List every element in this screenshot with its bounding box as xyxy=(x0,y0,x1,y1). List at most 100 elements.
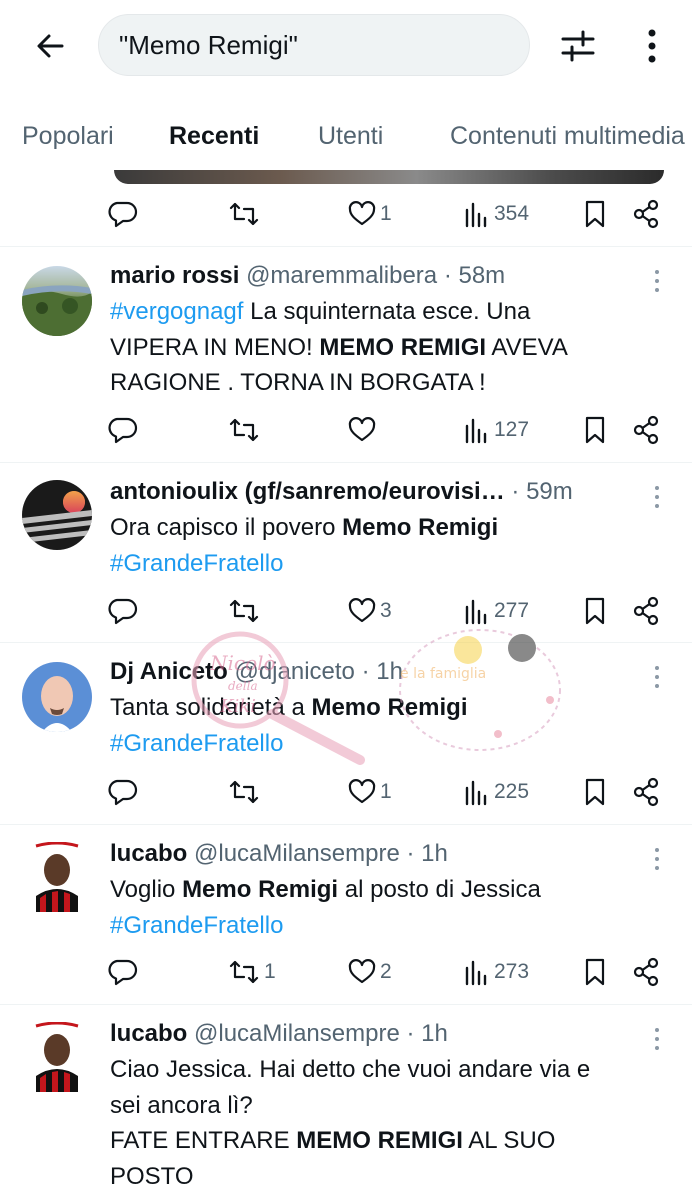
tab-utenti[interactable]: Utenti xyxy=(318,122,383,151)
highlighted-term: Memo Remigi xyxy=(182,876,339,903)
tweet-text-line: RAGIONE . TORNA IN BORGATA ! xyxy=(110,365,670,401)
views-chart-icon xyxy=(465,960,487,986)
tweet-menu-button[interactable] xyxy=(648,662,666,692)
more-options-button[interactable] xyxy=(632,24,672,68)
tweet-text: Ciao Jessica. Hai detto che vuoi andare … xyxy=(110,1052,670,1194)
tweet-header: mario rossi @maremmalibera · 58m xyxy=(110,262,650,290)
back-button[interactable] xyxy=(28,24,72,68)
retweet-icon xyxy=(229,960,259,984)
bookmark-icon xyxy=(585,200,605,228)
tweet-menu-button[interactable] xyxy=(648,482,666,512)
views-chart-icon xyxy=(465,202,487,228)
share-button[interactable] xyxy=(632,770,660,814)
avatar[interactable] xyxy=(22,1022,92,1092)
search-query: "Memo Remigi" xyxy=(119,29,298,60)
reply-button[interactable] xyxy=(108,192,138,236)
share-button[interactable] xyxy=(632,950,660,994)
author-name[interactable]: Dj Aniceto xyxy=(110,658,228,685)
views-button[interactable]: 225 xyxy=(464,770,529,814)
bookmark-button[interactable] xyxy=(582,950,608,994)
share-button[interactable] xyxy=(632,192,660,236)
author-name[interactable]: lucabo xyxy=(110,1020,187,1047)
reply-button[interactable] xyxy=(108,589,142,633)
views-button[interactable]: 277 xyxy=(464,589,529,633)
tweet-text-line: FATE ENTRARE MEMO REMIGI AL SUO xyxy=(110,1123,670,1159)
bookmark-button[interactable] xyxy=(582,192,608,236)
retweet-button[interactable] xyxy=(228,589,264,633)
text-segment: AL SUO xyxy=(462,1127,556,1154)
tweet-text-line: #GrandeFratello xyxy=(110,546,670,582)
hashtag-link[interactable]: #GrandeFratello xyxy=(110,730,283,757)
author-handle[interactable]: @lucaMilansempre xyxy=(194,1020,400,1047)
tweet-text-line: Ciao Jessica. Hai detto che vuoi andare … xyxy=(110,1052,670,1088)
search-input[interactable]: "Memo Remigi" xyxy=(98,14,530,76)
text-segment: Ciao Jessica. Hai detto che vuoi andare … xyxy=(110,1056,591,1083)
highlighted-term: Memo Remigi xyxy=(342,514,499,541)
hashtag-link[interactable]: #GrandeFratello xyxy=(110,550,283,577)
text-segment: FATE ENTRARE xyxy=(110,1127,297,1154)
views-chart-icon xyxy=(465,418,487,444)
tweet-menu-button[interactable] xyxy=(648,844,666,874)
views-button[interactable]: 127 xyxy=(464,408,529,452)
text-segment: POSTO xyxy=(110,1162,194,1190)
like-button[interactable]: 2 xyxy=(348,950,392,994)
tab-recenti[interactable]: Recenti xyxy=(169,122,259,151)
author-handle[interactable]: @djaniceto xyxy=(234,658,354,685)
retweet-button[interactable] xyxy=(228,770,264,814)
views-button[interactable]: 273 xyxy=(464,950,529,994)
text-segment: Voglio xyxy=(110,876,183,903)
previous-tweet-media[interactable] xyxy=(114,170,664,184)
tweet-text-line: POSTO xyxy=(110,1159,670,1195)
text-segment: RAGIONE . TORNA IN BORGATA ! xyxy=(110,369,486,396)
avatar[interactable] xyxy=(22,266,92,336)
tweet-text: Voglio Memo Remigi al posto di Jessica #G… xyxy=(110,872,670,943)
retweet-button[interactable]: 1 xyxy=(228,950,276,994)
bookmark-button[interactable] xyxy=(582,408,608,452)
text-segment: sei ancora lì? xyxy=(110,1091,253,1119)
arrow-left-icon xyxy=(37,34,64,58)
tweet-time: · 1h xyxy=(406,1020,448,1047)
avatar[interactable] xyxy=(22,662,92,732)
views-button[interactable]: 354 xyxy=(464,192,529,236)
tweet-text-line: #vergognagf La squinternata esce. Una xyxy=(110,294,670,330)
reply-button[interactable] xyxy=(108,950,142,994)
highlighted-term: MEMO REMIGI xyxy=(319,333,487,361)
more-vertical-icon xyxy=(648,29,656,63)
tweet-menu-button[interactable] xyxy=(648,266,666,296)
retweet-icon xyxy=(229,202,259,226)
retweet-icon xyxy=(229,599,259,623)
bookmark-icon xyxy=(585,958,605,986)
like-button[interactable]: 3 xyxy=(348,589,392,633)
retweet-button[interactable] xyxy=(228,192,260,236)
hashtag-link[interactable]: #vergognagf xyxy=(110,298,243,325)
tab-popolari[interactable]: Popolari xyxy=(22,122,114,151)
avatar[interactable] xyxy=(22,842,92,912)
reply-button[interactable] xyxy=(108,408,142,452)
like-button[interactable]: 1 xyxy=(348,192,392,236)
tweet-menu-button[interactable] xyxy=(648,1024,666,1054)
author-handle[interactable]: @maremmalibera xyxy=(246,262,437,289)
bookmark-button[interactable] xyxy=(582,770,608,814)
like-button[interactable]: 1 xyxy=(348,770,392,814)
share-button[interactable] xyxy=(632,589,660,633)
author-name[interactable]: mario rossi xyxy=(110,262,239,289)
retweet-button[interactable] xyxy=(228,408,264,452)
bookmark-button[interactable] xyxy=(582,589,608,633)
text-segment: Ora capisco il povero xyxy=(110,514,343,541)
like-count: 1 xyxy=(380,780,392,803)
tab-contenuti-multimediali[interactable]: Contenuti multimedia xyxy=(450,122,685,151)
tweet-divider xyxy=(0,1004,692,1005)
author-handle[interactable]: @lucaMilansempre xyxy=(194,840,400,867)
search-filter-button[interactable] xyxy=(556,24,600,68)
reply-icon xyxy=(108,201,138,228)
share-button[interactable] xyxy=(632,408,660,452)
reply-button[interactable] xyxy=(108,770,142,814)
tweet-time: · 1h xyxy=(361,658,403,685)
like-button[interactable] xyxy=(348,408,380,452)
bookmark-icon xyxy=(585,778,605,806)
view-count: 273 xyxy=(494,960,530,983)
author-name[interactable]: lucabo xyxy=(110,840,187,867)
avatar[interactable] xyxy=(22,480,92,550)
hashtag-link[interactable]: #GrandeFratello xyxy=(110,912,283,939)
author-name[interactable]: antonioulix (gf/sanremo/eurovisi… xyxy=(110,478,505,505)
